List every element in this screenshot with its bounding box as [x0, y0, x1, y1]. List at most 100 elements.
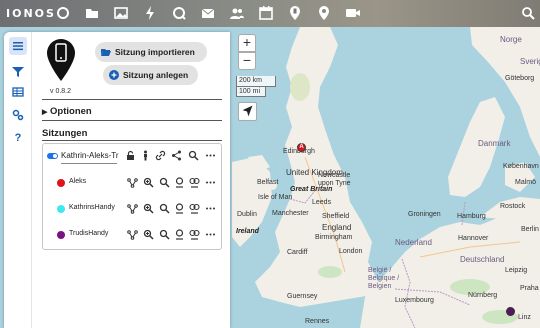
options-label: Optionen — [50, 106, 92, 117]
search-device-icon[interactable] — [159, 203, 170, 214]
person-icon[interactable] — [140, 150, 151, 161]
city-label: Berlin — [521, 226, 539, 233]
plus-circle-icon — [109, 70, 119, 80]
mail-icon[interactable] — [200, 5, 216, 21]
create-session-label: Sitzung anlegen — [123, 70, 189, 80]
lock-icon[interactable] — [125, 150, 136, 161]
city-label: Manchester — [272, 210, 309, 217]
create-session-button[interactable]: Sitzung anlegen — [103, 65, 198, 85]
link-icon[interactable] — [155, 150, 166, 161]
brand-logo[interactable]: IONOS — [6, 7, 56, 20]
search-device-icon[interactable] — [159, 229, 170, 240]
follow-icon[interactable] — [174, 177, 185, 188]
scale-mi: 100 mi — [236, 86, 266, 97]
device-row[interactable]: Aleks — [43, 177, 221, 191]
session-row[interactable]: Kathrin-Aleks-Tr — [43, 150, 221, 164]
table-icon[interactable] — [10, 84, 26, 100]
locate-button[interactable] — [238, 102, 257, 121]
city-label: Leipzig — [505, 267, 528, 274]
options-toggle[interactable]: ▶ Optionen — [42, 106, 92, 117]
zoom-device-icon[interactable] — [143, 177, 154, 188]
follow-icon[interactable] — [174, 229, 185, 240]
country-label: Deutschland — [460, 255, 505, 264]
marker-toggle-icon[interactable] — [189, 203, 200, 214]
session-toggle[interactable] — [47, 153, 58, 159]
route-icon[interactable] — [127, 203, 138, 214]
city-label: Malmö — [515, 179, 537, 186]
country-label: Sverige — [520, 57, 540, 66]
filter-icon[interactable] — [10, 64, 26, 80]
city-label: Birmingham — [315, 234, 353, 241]
device-name: Aleks — [69, 178, 87, 185]
circle-icon[interactable] — [55, 5, 71, 21]
region-label: England — [322, 223, 352, 232]
device-name: KathrinsHandy — [69, 204, 115, 211]
zoom-in-button[interactable]: + — [238, 34, 256, 52]
chat-icon[interactable] — [171, 5, 187, 21]
zoom-device-icon[interactable] — [143, 203, 154, 214]
share-icon[interactable] — [171, 150, 182, 161]
image-icon[interactable] — [113, 5, 129, 21]
city-label: København — [503, 163, 539, 170]
zoom-device-icon[interactable] — [143, 229, 154, 240]
device-row[interactable]: TrudisHandy — [43, 229, 221, 243]
navigate-arrow-icon — [242, 105, 253, 117]
city-label: London — [339, 248, 363, 255]
folder-open-icon — [101, 49, 111, 56]
device-color-dot[interactable] — [57, 179, 65, 187]
city-label: Rostock — [500, 203, 526, 210]
marker-toggle-icon[interactable] — [189, 229, 200, 240]
city-label: Praha — [520, 285, 539, 292]
search-icon[interactable] — [520, 5, 536, 21]
city-label: Rennes — [305, 318, 330, 325]
country-label: Nederland — [395, 238, 432, 247]
route-icon[interactable] — [127, 229, 138, 240]
sidebar-icon-bar: ? — [4, 32, 32, 328]
device-row[interactable]: KathrinsHandy — [43, 203, 221, 217]
city-label: Hannover — [458, 235, 489, 242]
zoom-out-button[interactable]: − — [238, 52, 256, 70]
folder-icon[interactable] — [84, 5, 100, 21]
phonetrack-icon[interactable] — [287, 5, 303, 21]
marker-toggle-icon[interactable] — [189, 177, 200, 188]
device-marker-trudi[interactable] — [506, 307, 515, 316]
location-pin-icon[interactable] — [316, 5, 332, 21]
more-icon[interactable] — [205, 203, 216, 214]
help-icon[interactable]: ? — [10, 130, 26, 146]
city-label: Linz — [518, 314, 531, 321]
calendar-icon[interactable] — [258, 5, 274, 21]
activity-icon[interactable] — [142, 5, 158, 21]
import-session-label: Sitzung importieren — [115, 47, 195, 57]
more-icon[interactable] — [205, 177, 216, 188]
region-label: Great Britain — [290, 186, 333, 193]
contacts-icon[interactable] — [229, 5, 245, 21]
sessions-heading: Sitzungen — [42, 128, 88, 139]
country-label: Ireland — [236, 228, 259, 235]
import-session-button[interactable]: Sitzung importieren — [95, 42, 207, 62]
video-icon[interactable] — [345, 5, 361, 21]
session-name[interactable]: Kathrin-Aleks-Tr — [61, 151, 119, 160]
city-label: Dublin — [237, 211, 257, 218]
city-label: Nürnberg — [468, 292, 498, 299]
follow-icon[interactable] — [174, 203, 185, 214]
more-icon[interactable] — [205, 150, 216, 161]
session-name-underline — [61, 163, 117, 164]
search-device-icon[interactable] — [159, 177, 170, 188]
country-label: Danmark — [478, 139, 511, 148]
divider — [42, 120, 222, 121]
device-color-dot[interactable] — [57, 205, 65, 213]
device-name: TrudisHandy — [69, 230, 109, 237]
settings-icon[interactable] — [10, 107, 26, 123]
more-icon[interactable] — [205, 229, 216, 240]
zoom-session-icon[interactable] — [188, 150, 199, 161]
menu-icon[interactable] — [9, 37, 27, 55]
island-label: Isle of Man — [258, 194, 293, 201]
device-marker-aleks[interactable]: A — [297, 143, 306, 152]
city-label: Cardiff — [287, 249, 308, 256]
top-navigation-bar: IONOS — [0, 0, 540, 27]
island-label: Guernsey — [287, 293, 318, 300]
city-label: Göteborg — [505, 75, 535, 82]
route-icon[interactable] — [127, 177, 138, 188]
device-color-dot[interactable] — [57, 231, 65, 239]
caret-right-icon: ▶ — [42, 109, 48, 116]
